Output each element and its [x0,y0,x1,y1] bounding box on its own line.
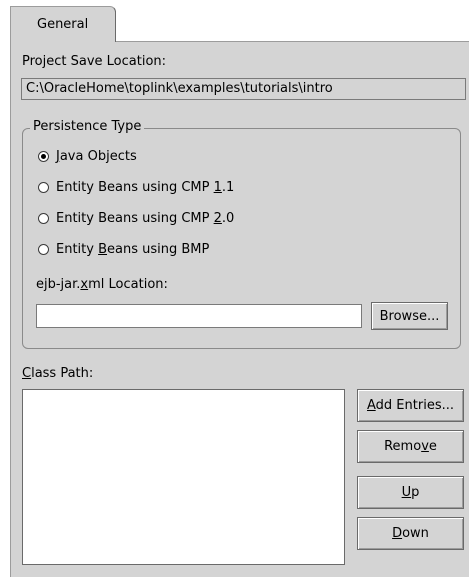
ejb-jar-location-input[interactable] [36,304,362,328]
down-label: Down [392,526,429,541]
tab-general-label: General [37,17,89,32]
radio-java-objects[interactable]: Java Objects [38,149,137,164]
remove-button[interactable]: Remove [357,430,464,463]
radio-cmp-2-0-label: Entity Beans using CMP 2.0 [56,211,235,226]
remove-label: Remove [384,439,437,454]
radio-cmp-2-0[interactable]: Entity Beans using CMP 2.0 [38,211,234,226]
radio-bmp[interactable]: Entity Beans using BMP [38,242,209,257]
radio-bmp-label: Entity Beans using BMP [56,242,210,257]
radio-button-icon[interactable] [38,182,49,193]
project-save-location-field: C:\OracleHome\toplink\examples\tutorials… [21,78,466,100]
down-button[interactable]: Down [357,517,464,550]
persistence-type-title: Persistence Type [30,119,145,134]
class-path-label: Class Path: [22,366,94,381]
up-button[interactable]: Up [357,476,464,509]
radio-button-icon[interactable] [38,213,49,224]
radio-java-objects-label: Java Objects [56,149,137,164]
radio-button-icon[interactable] [38,244,49,255]
add-entries-label: Add Entries... [367,398,454,413]
ejb-jar-location-label: ejb-jar.xml Location: [36,277,168,292]
radio-cmp-1-1[interactable]: Entity Beans using CMP 1.1 [38,180,234,195]
add-entries-button[interactable]: Add Entries... [357,389,464,422]
up-label: Up [401,485,420,500]
class-path-list[interactable] [22,389,345,565]
browse-button[interactable]: Browse... [371,302,448,330]
tab-general[interactable]: General [10,6,116,42]
radio-button-checked-icon[interactable] [38,151,49,162]
project-save-location-label: Project Save Location: [22,54,167,69]
radio-cmp-1-1-label: Entity Beans using CMP 1.1 [56,180,235,195]
